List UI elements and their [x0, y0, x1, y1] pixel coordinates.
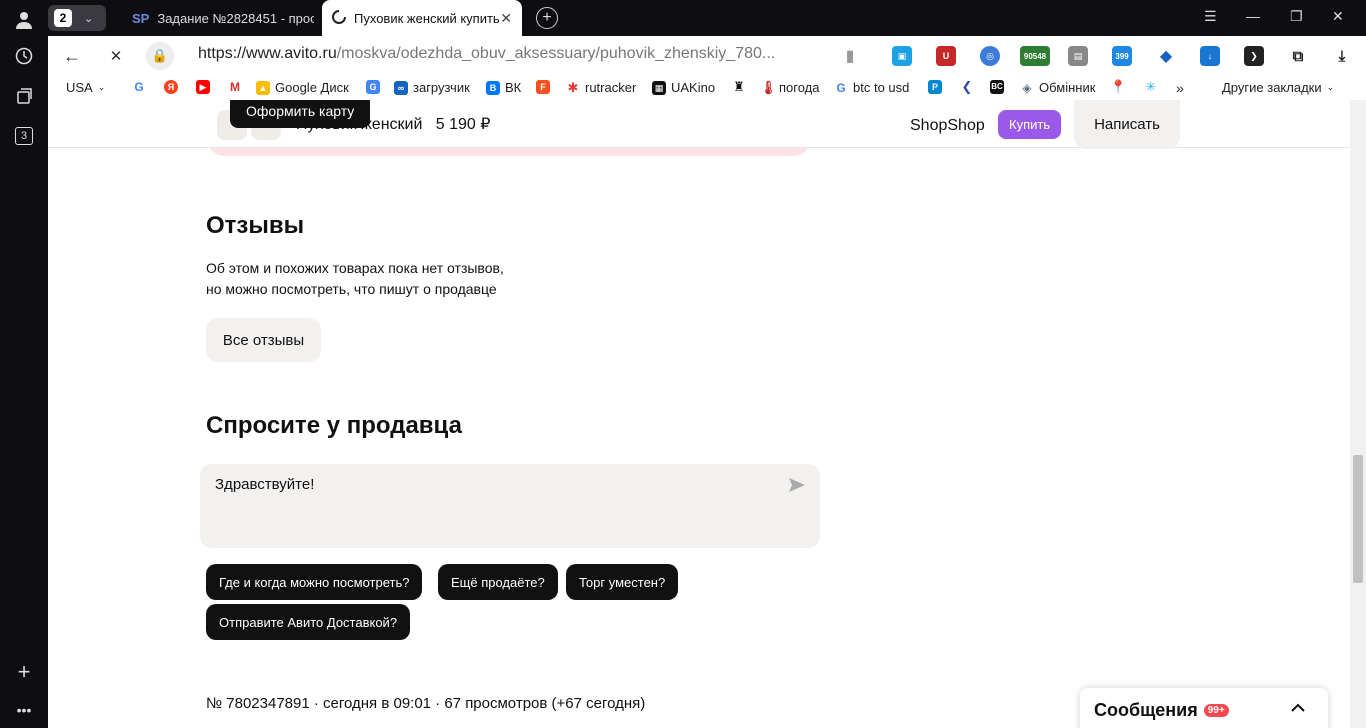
bookmark-loader[interactable]: ∞ загрузчик: [394, 80, 470, 95]
google-icon[interactable]: G: [132, 80, 146, 94]
messages-panel[interactable]: Сообщения 99+: [1080, 688, 1328, 728]
close-window-icon[interactable]: ✕: [1332, 8, 1344, 25]
p-icon[interactable]: P: [928, 80, 942, 94]
arrow-app-icon[interactable]: ❮: [960, 80, 974, 94]
maps-pin-icon[interactable]: 📍: [1110, 80, 1126, 94]
listing-meta: № 7802347891 · сегодня в 09:01 · 67 прос…: [206, 695, 646, 712]
unread-badge: 99+: [1203, 703, 1229, 717]
bookmark-exchanger[interactable]: ◈ Обмінник: [1020, 80, 1095, 95]
counter-extension-badge[interactable]: 90548: [1020, 46, 1050, 66]
address-bar: ← ✕ 🔒 https://www.avito.ru/moskva/odezhd…: [48, 36, 1366, 76]
add-panel-icon[interactable]: +: [12, 659, 36, 684]
bookmark-rutracker[interactable]: ✱ rutracker: [566, 80, 637, 95]
bc-icon[interactable]: BC: [990, 80, 1004, 94]
lock-icon[interactable]: 🔒: [146, 42, 174, 70]
bookmark-google-drive[interactable]: ▲ Google Диск: [256, 80, 349, 95]
history-icon[interactable]: [12, 44, 36, 68]
tab-task[interactable]: SP Задание №2828451 - прос: [124, 0, 314, 36]
chess-icon[interactable]: ♜: [732, 80, 746, 94]
collections-icon[interactable]: [12, 84, 36, 108]
page-scrollbar[interactable]: [1350, 100, 1366, 728]
sp-favicon-icon: SP: [132, 10, 150, 26]
chevron-down-icon: ⌄: [84, 12, 94, 25]
quick-question-selling[interactable]: Ещё продаёте?: [438, 564, 558, 600]
close-tab-icon[interactable]: ✕: [500, 10, 512, 27]
bookmark-icon[interactable]: ▮: [840, 46, 860, 66]
more-bookmarks-icon[interactable]: »: [1176, 80, 1184, 96]
buy-button[interactable]: Купить: [998, 110, 1062, 139]
notifications-badge[interactable]: 3: [12, 124, 36, 148]
ask-seller-heading: Спросите у продавца: [206, 412, 462, 439]
restore-icon[interactable]: ❐: [1290, 8, 1303, 25]
vpn-extension-icon[interactable]: ◎: [980, 46, 1000, 66]
quick-question-bargain[interactable]: Торг уместен?: [566, 564, 679, 600]
write-button[interactable]: Написать: [1074, 100, 1180, 149]
shield-extension-icon[interactable]: U: [936, 46, 956, 66]
reviews-empty-text: Об этом и похожих товарах пока нет отзыв…: [206, 260, 504, 297]
message-input[interactable]: [215, 476, 775, 536]
briefcase-extension-icon[interactable]: ▤: [1068, 46, 1088, 66]
message-box: [200, 464, 820, 548]
sticky-product: Пуховик женский 5 190 ₽: [296, 116, 491, 133]
page-content: Оформить карту Пуховик женский 5 190 ₽ S…: [48, 100, 1366, 728]
gmail-icon[interactable]: M: [228, 80, 242, 94]
scroll-thumb[interactable]: [1353, 455, 1363, 583]
all-reviews-button[interactable]: Все отзывы: [206, 318, 321, 362]
sticky-header: Оформить карту Пуховик женский 5 190 ₽ S…: [48, 100, 1350, 149]
tab-avito[interactable]: Пуховик женский купить ✕: [322, 0, 522, 36]
bookmark-usa[interactable]: USA ⌄: [66, 80, 105, 95]
minimize-icon[interactable]: —: [1246, 8, 1260, 24]
yandex-icon[interactable]: Я: [164, 80, 178, 94]
more-icon[interactable]: •••: [12, 698, 36, 722]
diamond-extension-icon[interactable]: ◆: [1156, 46, 1176, 66]
other-bookmarks[interactable]: Другие закладки ⌄: [1222, 80, 1334, 95]
send-icon[interactable]: [788, 476, 806, 494]
translate-icon[interactable]: G: [366, 80, 380, 94]
f-icon[interactable]: F: [536, 80, 550, 94]
chevron-up-icon[interactable]: [1290, 700, 1306, 716]
bookmark-uakino[interactable]: ▦ UAKino: [652, 80, 715, 95]
sparkle-icon[interactable]: ✳: [1144, 80, 1158, 94]
download-icon[interactable]: ↓: [1200, 46, 1220, 66]
quick-question-where[interactable]: Где и когда можно посмотреть?: [206, 564, 423, 600]
download-manager-icon[interactable]: ⤓: [1332, 46, 1352, 66]
tab-bar: 2 ⌄ SP Задание №2828451 - прос Пуховик ж…: [48, 0, 1366, 36]
quick-question-delivery[interactable]: Отправите Авито Доставкой?: [206, 604, 411, 640]
bookmark-btc[interactable]: Gbtc to usd: [834, 80, 909, 95]
stop-loading-icon[interactable]: ✕: [104, 44, 128, 68]
bookmark-weather[interactable]: 🌡 погода: [760, 80, 820, 95]
back-icon[interactable]: ←: [60, 44, 84, 68]
bookmark-vk[interactable]: В ВК: [486, 80, 521, 95]
menu-icon[interactable]: ☰: [1204, 8, 1217, 25]
browser-window: 3 + ••• 2 ⌄ SP Задание №2828451 - прос П…: [0, 0, 1366, 728]
youtube-icon[interactable]: ▶: [196, 80, 210, 94]
bookmarks-bar: USA ⌄ G Я ▶ M ▲ Google Диск G ∞ загрузчик В…: [48, 76, 1366, 100]
tab-counter[interactable]: 2 ⌄: [48, 5, 106, 31]
shop-name[interactable]: ShopShop: [910, 117, 985, 135]
url-field[interactable]: https://www.avito.ru/moskva/odezhda_obuv…: [198, 45, 775, 63]
reviews-heading: Отзывы: [206, 212, 305, 239]
screenshot-extension-icon[interactable]: ▣: [892, 46, 912, 66]
puzzle-extension-icon[interactable]: ❯: [1244, 46, 1264, 66]
new-tab-button[interactable]: +: [536, 7, 558, 29]
extensions-icon[interactable]: ⧉: [1288, 46, 1308, 66]
browser-sidebar: 3 + •••: [0, 0, 48, 728]
calendar-extension-icon[interactable]: 399: [1112, 46, 1132, 66]
loading-spinner-icon: [332, 9, 346, 27]
profile-icon[interactable]: [12, 8, 36, 32]
